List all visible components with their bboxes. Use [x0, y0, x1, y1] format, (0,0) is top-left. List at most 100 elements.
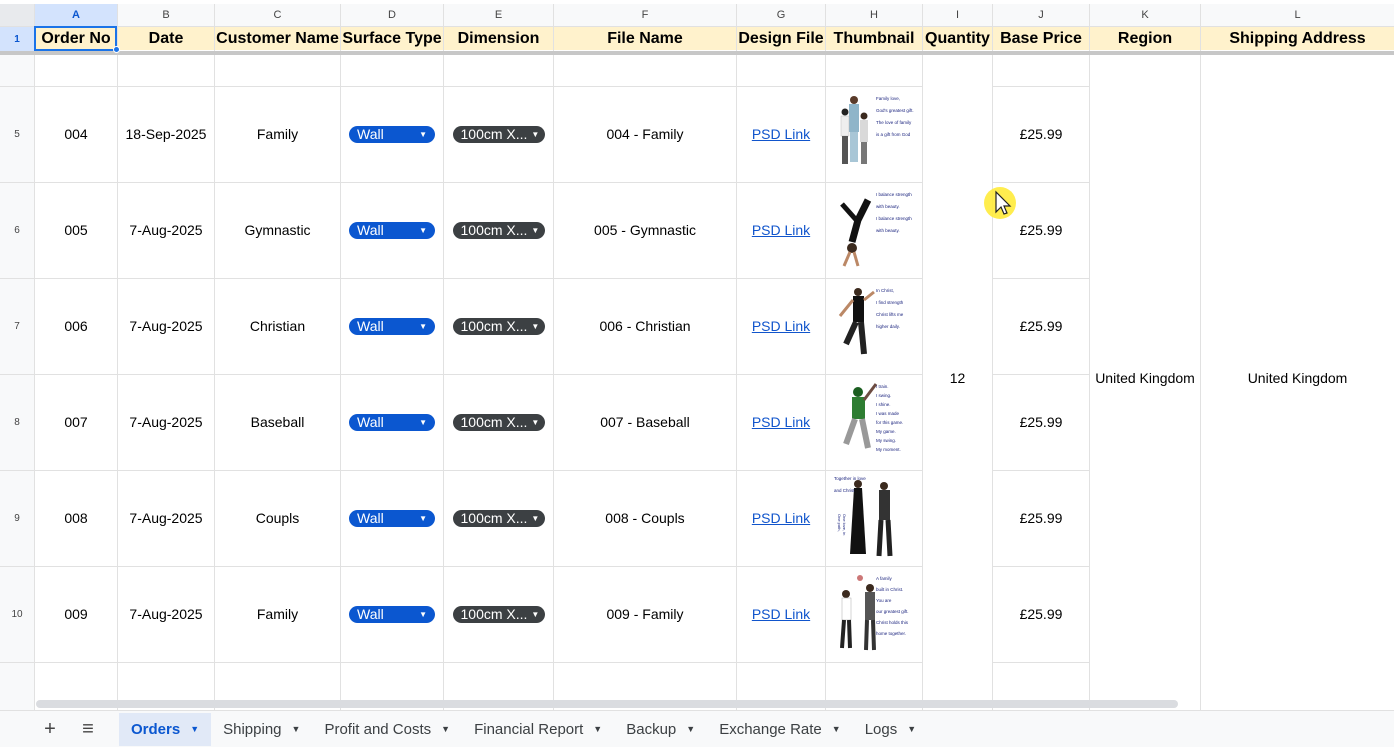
order-no-cell[interactable]: 007: [35, 374, 117, 470]
select-all-corner[interactable]: [0, 4, 34, 26]
caret-down-icon[interactable]: ▼: [441, 724, 450, 734]
surface-type-cell[interactable]: Wall ▼: [341, 86, 443, 182]
dimension-cell[interactable]: 100cm X... ▼: [444, 182, 553, 278]
base-price-cell[interactable]: £25.99: [993, 566, 1089, 662]
design-file-cell[interactable]: PSD Link: [737, 470, 825, 566]
base-price-cell[interactable]: £25.99: [993, 470, 1089, 566]
dimension-dropdown[interactable]: 100cm X... ▼: [452, 413, 545, 431]
design-file-cell[interactable]: PSD Link: [737, 86, 825, 182]
surface-type-dropdown[interactable]: Wall ▼: [349, 605, 435, 623]
column-header-c[interactable]: C: [215, 4, 340, 26]
psd-link[interactable]: PSD Link: [752, 318, 810, 334]
dimension-dropdown[interactable]: 100cm X... ▼: [452, 221, 545, 239]
order-no-cell[interactable]: 009: [35, 566, 117, 662]
order-no-cell[interactable]: 004: [35, 86, 117, 182]
customer-name-cell[interactable]: Baseball: [215, 374, 340, 470]
dimension-dropdown[interactable]: 100cm X... ▼: [452, 509, 545, 527]
column-header-k[interactable]: K: [1090, 4, 1200, 26]
date-cell[interactable]: 18-Sep-2025: [118, 86, 214, 182]
header-cell[interactable]: Quantity: [923, 27, 992, 50]
order-no-cell[interactable]: 006: [35, 278, 117, 374]
tab-logs[interactable]: Logs ▼: [853, 713, 928, 746]
dimension-dropdown[interactable]: 100cm X... ▼: [452, 125, 545, 143]
header-cell[interactable]: Base Price: [993, 27, 1089, 50]
surface-type-dropdown[interactable]: Wall ▼: [349, 125, 435, 143]
psd-link[interactable]: PSD Link: [752, 222, 810, 238]
design-file-cell[interactable]: PSD Link: [737, 182, 825, 278]
customer-name-cell[interactable]: Gymnastic: [215, 182, 340, 278]
menu-icon[interactable]: ≡: [69, 711, 107, 748]
surface-type-dropdown[interactable]: Wall ▼: [349, 413, 435, 431]
surface-type-dropdown[interactable]: Wall ▼: [349, 221, 435, 239]
surface-type-cell[interactable]: Wall ▼: [341, 182, 443, 278]
region-merged-cell[interactable]: United Kingdom: [1090, 55, 1200, 700]
surface-type-cell[interactable]: Wall ▼: [341, 566, 443, 662]
dimension-cell[interactable]: 100cm X... ▼: [444, 374, 553, 470]
plus-icon[interactable]: +: [31, 711, 69, 748]
caret-down-icon[interactable]: ▼: [686, 724, 695, 734]
dimension-cell[interactable]: 100cm X... ▼: [444, 86, 553, 182]
date-cell[interactable]: 7-Aug-2025: [118, 182, 214, 278]
dimension-cell[interactable]: 100cm X... ▼: [444, 470, 553, 566]
header-cell[interactable]: Shipping Address: [1201, 27, 1394, 50]
dimension-dropdown[interactable]: 100cm X... ▼: [452, 605, 545, 623]
order-no-cell[interactable]: 008: [35, 470, 117, 566]
column-header-a[interactable]: A: [35, 4, 117, 26]
row-header-6[interactable]: 6: [0, 182, 34, 278]
file-name-cell[interactable]: 004 - Family: [554, 86, 736, 182]
base-price-cell[interactable]: £25.99: [993, 86, 1089, 182]
tab-orders[interactable]: Orders ▼: [119, 712, 212, 746]
row-header-1[interactable]: 1: [0, 27, 34, 51]
base-price-cell[interactable]: £25.99: [993, 278, 1089, 374]
surface-type-cell[interactable]: Wall ▼: [341, 374, 443, 470]
customer-name-cell[interactable]: Coupls: [215, 470, 340, 566]
column-header-d[interactable]: D: [341, 4, 443, 26]
customer-name-cell[interactable]: Family: [215, 566, 340, 662]
caret-down-icon[interactable]: ▼: [593, 724, 602, 734]
file-name-cell[interactable]: 009 - Family: [554, 566, 736, 662]
column-header-j[interactable]: J: [993, 4, 1089, 26]
caret-down-icon[interactable]: ▼: [907, 724, 916, 734]
customer-name-cell[interactable]: Family: [215, 86, 340, 182]
dimension-cell[interactable]: 100cm X... ▼: [444, 278, 553, 374]
date-cell[interactable]: 7-Aug-2025: [118, 566, 214, 662]
file-name-cell[interactable]: 007 - Baseball: [554, 374, 736, 470]
psd-link[interactable]: PSD Link: [752, 606, 810, 622]
quantity-merged-cell[interactable]: 12: [923, 55, 992, 700]
customer-name-cell[interactable]: Christian: [215, 278, 340, 374]
order-no-cell[interactable]: 005: [35, 182, 117, 278]
tab-shipping[interactable]: Shipping ▼: [211, 713, 312, 746]
file-name-cell[interactable]: 005 - Gymnastic: [554, 182, 736, 278]
date-cell[interactable]: 7-Aug-2025: [118, 470, 214, 566]
row-header-8[interactable]: 8: [0, 374, 34, 470]
header-cell[interactable]: Date: [118, 27, 214, 50]
tab-profit-and-costs[interactable]: Profit and Costs ▼: [312, 713, 462, 746]
surface-type-dropdown[interactable]: Wall ▼: [349, 509, 435, 527]
header-cell[interactable]: Thumbnail: [826, 27, 922, 50]
column-header-g[interactable]: G: [737, 4, 825, 26]
surface-type-cell[interactable]: Wall ▼: [341, 470, 443, 566]
row-header-7[interactable]: 7: [0, 278, 34, 374]
header-cell[interactable]: Customer Name: [215, 27, 340, 50]
row-header-9[interactable]: 9: [0, 470, 34, 566]
file-name-cell[interactable]: 006 - Christian: [554, 278, 736, 374]
row-header-10[interactable]: 10: [0, 566, 34, 662]
row-header-5[interactable]: 5: [0, 86, 34, 182]
fill-handle[interactable]: [113, 46, 120, 53]
header-cell[interactable]: Dimension: [444, 27, 553, 50]
caret-down-icon[interactable]: ▼: [832, 724, 841, 734]
column-header-h[interactable]: H: [826, 4, 922, 26]
column-header-b[interactable]: B: [118, 4, 214, 26]
horizontal-scrollbar[interactable]: [36, 700, 1178, 708]
design-file-cell[interactable]: PSD Link: [737, 566, 825, 662]
tab-exchange-rate[interactable]: Exchange Rate ▼: [707, 713, 853, 746]
tab-backup[interactable]: Backup ▼: [614, 713, 707, 746]
caret-down-icon[interactable]: ▼: [190, 724, 199, 734]
header-cell[interactable]: Design File: [737, 27, 825, 50]
psd-link[interactable]: PSD Link: [752, 414, 810, 430]
header-cell[interactable]: Region: [1090, 27, 1200, 50]
surface-type-dropdown[interactable]: Wall ▼: [349, 317, 435, 335]
dimension-dropdown[interactable]: 100cm X... ▼: [452, 317, 545, 335]
design-file-cell[interactable]: PSD Link: [737, 374, 825, 470]
tab-financial-report[interactable]: Financial Report ▼: [462, 713, 614, 746]
